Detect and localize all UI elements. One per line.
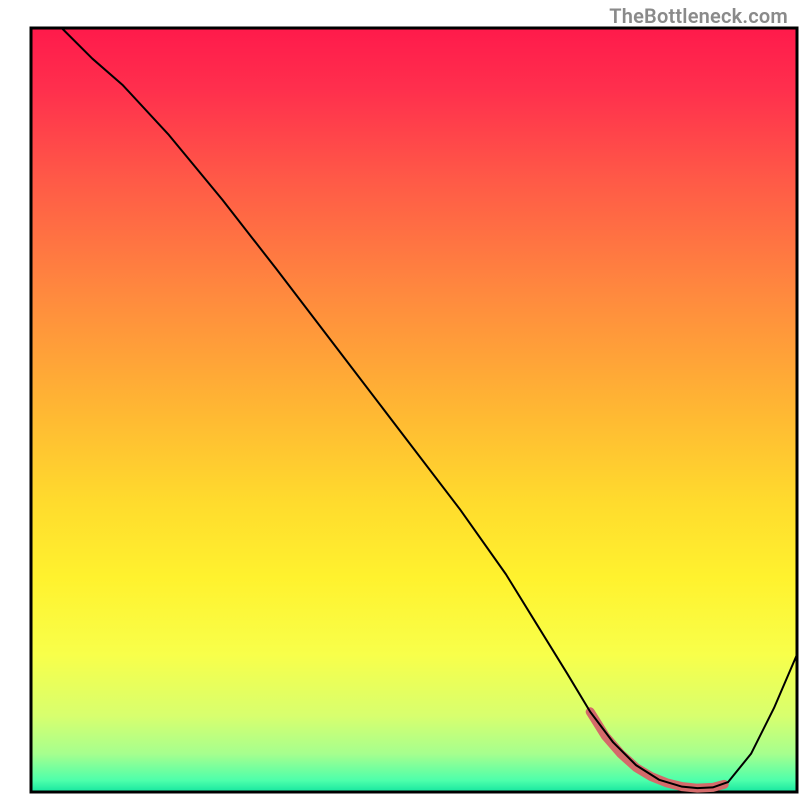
chart-background <box>31 28 797 792</box>
bottleneck-chart: TheBottleneck.com <box>0 0 800 800</box>
attribution-label: TheBottleneck.com <box>609 4 788 28</box>
chart-canvas <box>0 0 800 800</box>
